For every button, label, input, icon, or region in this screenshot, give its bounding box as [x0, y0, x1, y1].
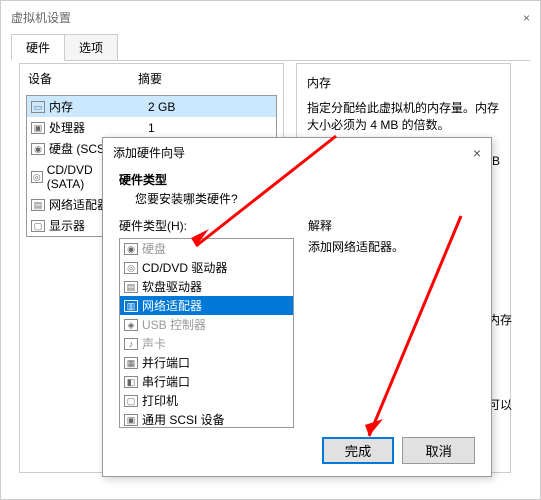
- parallel-icon: ▦: [124, 357, 138, 369]
- col-device: 设备: [28, 70, 138, 87]
- window-title: 虚拟机设置: [11, 9, 71, 26]
- disk-icon: ◉: [31, 143, 45, 155]
- wizard-title: 添加硬件向导: [113, 144, 185, 161]
- hw-item-label: 打印机: [142, 392, 178, 409]
- hw-item-label: 声卡: [142, 335, 166, 352]
- add-hardware-wizard: 添加硬件向导 × 硬件类型 您要安装哪类硬件? 硬件类型(H): ◉ 硬盘 ◎ CD…: [102, 137, 492, 477]
- close-icon[interactable]: ×: [523, 11, 530, 25]
- disk-icon: ◉: [124, 243, 138, 255]
- tab-hardware[interactable]: 硬件: [11, 34, 65, 61]
- wizard-heading: 硬件类型: [119, 171, 475, 188]
- display-icon: ▢: [31, 220, 45, 232]
- hw-item-serial[interactable]: ◧ 串行端口: [120, 372, 293, 391]
- hw-item-printer[interactable]: ▢ 打印机: [120, 391, 293, 410]
- finish-button[interactable]: 完成: [322, 437, 395, 464]
- tab-options[interactable]: 选项: [64, 34, 118, 60]
- device-summary: 2 GB: [148, 100, 175, 114]
- col-summary: 摘要: [138, 70, 162, 87]
- hw-item-cd[interactable]: ◎ CD/DVD 驱动器: [120, 258, 293, 277]
- memory-title: 内存: [307, 74, 500, 91]
- hw-item-parallel[interactable]: ▦ 并行端口: [120, 353, 293, 372]
- floppy-icon: ▤: [124, 281, 138, 293]
- hw-item-sound[interactable]: ♪ 声卡: [120, 334, 293, 353]
- cpu-icon: ▣: [31, 122, 45, 134]
- explanation-label: 解释: [308, 217, 475, 234]
- device-summary: 1: [148, 121, 155, 135]
- printer-icon: ▢: [124, 395, 138, 407]
- close-icon[interactable]: ×: [473, 145, 481, 161]
- hw-item-label: 硬盘: [142, 240, 166, 257]
- device-name: 处理器: [49, 119, 144, 136]
- wizard-subheading: 您要安装哪类硬件?: [119, 190, 475, 207]
- scsi-icon: ▣: [124, 414, 138, 426]
- hw-item-label: 并行端口: [142, 354, 190, 371]
- hw-item-network[interactable]: ▥ 网络适配器: [120, 296, 293, 315]
- cdrom-icon: ◎: [31, 171, 43, 183]
- hw-item-label: 网络适配器: [142, 297, 202, 314]
- hw-item-floppy[interactable]: ▤ 软盘驱动器: [120, 277, 293, 296]
- memory-note: 指定分配给此虚拟机的内存量。内存大小必须为 4 MB 的倍数。: [307, 99, 500, 133]
- usb-icon: ◈: [124, 319, 138, 331]
- hw-item-label: 软盘驱动器: [142, 278, 202, 295]
- hw-item-label: CD/DVD 驱动器: [142, 259, 227, 276]
- hw-item-label: 通用 SCSI 设备: [142, 411, 225, 428]
- device-row[interactable]: ▭ 内存 2 GB: [27, 96, 276, 117]
- hw-types-label: 硬件类型(H):: [119, 217, 294, 234]
- network-icon: ▤: [31, 199, 45, 211]
- cancel-button[interactable]: 取消: [402, 437, 475, 464]
- hw-item-disk[interactable]: ◉ 硬盘: [120, 239, 293, 258]
- hw-item-scsi[interactable]: ▣ 通用 SCSI 设备: [120, 410, 293, 428]
- device-name: 内存: [49, 98, 144, 115]
- memory-icon: ▭: [31, 101, 45, 113]
- hw-item-label: USB 控制器: [142, 316, 206, 333]
- cdrom-icon: ◎: [124, 262, 138, 274]
- sound-icon: ♪: [124, 338, 138, 350]
- serial-icon: ◧: [124, 376, 138, 388]
- hw-types-list: ◉ 硬盘 ◎ CD/DVD 驱动器 ▤ 软盘驱动器 ▥ 网络适配器 ◈ USB 控制器 ♪…: [119, 238, 294, 428]
- hw-item-label: 串行端口: [142, 373, 190, 390]
- hw-item-usb[interactable]: ◈ USB 控制器: [120, 315, 293, 334]
- explanation-text: 添加网络适配器。: [308, 238, 475, 255]
- device-row[interactable]: ▣ 处理器 1: [27, 117, 276, 138]
- network-icon: ▥: [124, 300, 138, 312]
